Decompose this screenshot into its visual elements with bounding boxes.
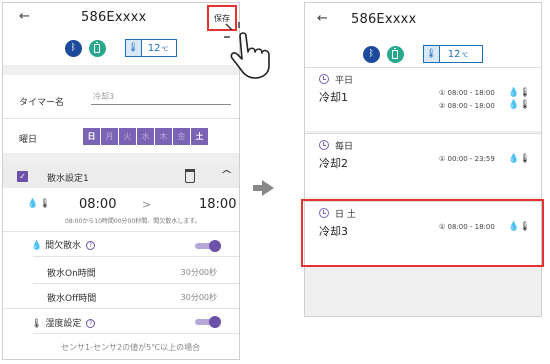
battery-icon [386, 45, 404, 63]
back-arrow-icon[interactable]: ← [317, 11, 328, 26]
humidity-toggle[interactable] [195, 316, 221, 328]
intermittent-label: 間欠散水 [45, 241, 82, 251]
weekday-label: 曜日 [19, 135, 38, 145]
tap-hand-icon [224, 22, 270, 79]
day-toggle-wed[interactable]: 水 [137, 128, 154, 145]
divider [3, 118, 239, 119]
section-divider [3, 153, 239, 166]
timer-list-screen: ← 586Exxxx ᛒ 🌡 12 ℃ 平日 冷却1 ① 08:00 - 18:0… [304, 2, 542, 317]
battery-icon [88, 39, 106, 57]
off-time-label: 散水Off時間 [47, 294, 97, 304]
timer-name-input[interactable]: 冷却3 [91, 91, 231, 105]
divider [33, 283, 239, 284]
bluetooth-icon: ᛒ [64, 39, 82, 57]
schedule-time-ranges: ① 00:00 - 23:59 [439, 153, 495, 166]
schedule-name: 冷却1 [319, 91, 348, 104]
setting-title: 散水設定1 [47, 174, 89, 184]
schedule-days: 毎日 [335, 142, 354, 152]
temperature-badge: 🌡 12 ℃ [124, 39, 178, 57]
device-title: 586Exxxx [351, 12, 417, 27]
timer-name-label: タイマー名 [19, 98, 65, 108]
intermittent-row: 💧 間欠散水 ? [31, 238, 95, 251]
temperature-value: 12 [147, 42, 161, 54]
day-toggle-sat[interactable]: 土 [191, 128, 208, 145]
chevron-up-icon[interactable]: ^ [220, 168, 233, 181]
day-toggle-sun[interactable]: 日 [83, 128, 100, 145]
water-thermo-icon: 💧🌡 [508, 88, 531, 98]
water-drop-icon: 💧 [31, 241, 43, 251]
setting-checkbox[interactable]: ✓ [17, 171, 28, 182]
watering-setting-header: ✓ 散水設定1 ^ [3, 166, 239, 188]
end-time[interactable]: 18:00 [199, 197, 236, 212]
day-toggle-thu[interactable]: 木 [155, 128, 172, 145]
humidity-row: 🌡 湿度設定 ? [31, 316, 96, 329]
clock-icon [319, 140, 329, 150]
water-thermo-icon: 💧🌡 [508, 154, 531, 164]
bluetooth-icon: ᛒ [362, 45, 380, 63]
day-toggle-fri[interactable]: 金 [173, 128, 190, 145]
status-row: ᛒ 🌡 12 ℃ [3, 36, 239, 60]
temperature-unit: ℃ [161, 46, 169, 53]
time-range: ② 08:00 - 18:00 [439, 102, 495, 110]
intermittent-toggle[interactable] [195, 240, 221, 252]
clock-icon [319, 74, 329, 84]
schedule-item[interactable]: 平日 冷却1 ① 08:00 - 18:00 ② 08:00 - 18:00 💧… [305, 67, 541, 131]
divider [3, 308, 239, 309]
thermometer-icon: 🌡 [31, 319, 43, 329]
weekday-selector: 日 月 火 水 木 金 土 [83, 128, 209, 145]
thermometer-icon: 🌡 [39, 199, 51, 209]
day-toggle-tue[interactable]: 火 [119, 128, 136, 145]
humidity-condition-note: センサ1-センサ2の値が5℃以上の場合 [61, 343, 201, 352]
app-header: ← 586Exxxx [305, 3, 541, 41]
schedule-mode-icons: 💧🌡 [508, 154, 531, 164]
temperature-badge: 🌡 12 ℃ [422, 45, 484, 63]
app-header: ← 586Exxxx 保存 [3, 3, 239, 33]
time-arrow-icon: > [142, 198, 152, 211]
schedule-days: 平日 [335, 76, 354, 86]
time-range: ① 08:00 - 18:00 [439, 89, 495, 97]
back-arrow-icon[interactable]: ← [19, 9, 30, 24]
on-time-value[interactable]: 30分00秒 [181, 267, 217, 278]
water-thermo-icon: 💧🌡 [508, 100, 531, 110]
divider [33, 256, 239, 257]
next-step-arrow-icon [253, 180, 274, 196]
timer-name-placeholder: 冷却3 [93, 92, 115, 101]
help-icon[interactable]: ? [86, 319, 96, 328]
time-description: 08:00から10時間00分00秒間、間欠散水します。 [65, 218, 201, 225]
device-title: 586Exxxx [81, 10, 147, 25]
thermometer-icon: 🌡 [125, 40, 142, 56]
status-row: ᛒ 🌡 12 ℃ [305, 42, 541, 66]
off-time-value[interactable]: 30分00秒 [181, 292, 217, 303]
day-toggle-mon[interactable]: 月 [101, 128, 118, 145]
water-drop-icon: 💧 [27, 199, 39, 209]
edit-timer-screen: ← 586Exxxx 保存 ᛒ 🌡 12 ℃ タイマー名 冷却3 曜日 日 月 火… [2, 2, 240, 360]
start-time[interactable]: 08:00 [79, 197, 116, 212]
trash-icon[interactable] [185, 169, 195, 183]
on-time-label: 散水On時間 [47, 269, 96, 279]
schedule-name: 冷却2 [319, 157, 348, 170]
help-icon[interactable]: ? [85, 241, 95, 250]
thermometer-icon: 🌡 [423, 46, 440, 62]
humidity-label: 湿度設定 [45, 319, 82, 329]
divider [33, 333, 239, 334]
new-schedule-highlight [301, 199, 544, 267]
divider [3, 231, 239, 232]
schedule-mode-icons: 💧🌡 💧🌡 [508, 88, 531, 110]
temperature-unit: ℃ [461, 52, 469, 59]
time-range: ① 00:00 - 23:59 [439, 155, 495, 163]
section-divider [3, 65, 239, 75]
schedule-time-ranges: ① 08:00 - 18:00 ② 08:00 - 18:00 [439, 87, 495, 113]
temperature-value: 12 [447, 48, 461, 60]
sensor-icons: 💧 🌡 [27, 199, 51, 209]
schedule-item[interactable]: 毎日 冷却2 ① 00:00 - 23:59 💧🌡 [305, 133, 541, 197]
